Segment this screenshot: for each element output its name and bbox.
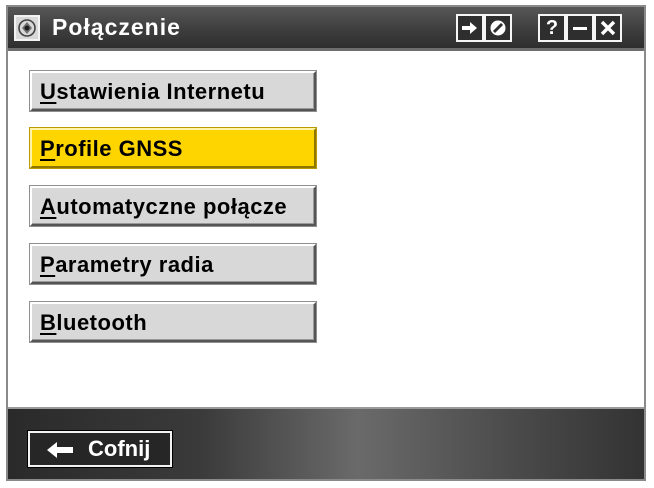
forward-arrow-icon[interactable] (456, 14, 484, 42)
back-button-label: Cofnij (88, 436, 151, 461)
button-label: stawienia Internetu (56, 79, 266, 104)
menu-panel: Ustawienia Internetu Profile GNSS Automa… (8, 51, 644, 411)
title-bar: Połączenie ? (8, 7, 644, 51)
connection-window: Połączenie ? Ustawienia Internetu Profil… (6, 5, 646, 481)
mnemonic: B (40, 310, 57, 335)
button-label: luetooth (56, 310, 148, 335)
connection-app-icon[interactable] (14, 15, 40, 41)
mnemonic: U (40, 79, 57, 104)
button-label: utomatyczne połącze (56, 194, 288, 219)
button-label: arametry radia (55, 252, 214, 277)
radio-parameters-button[interactable]: Parametry radia (30, 244, 316, 284)
help-icon[interactable]: ? (538, 14, 566, 42)
left-arrow-icon (46, 440, 76, 465)
back-button[interactable]: Cofnij (28, 431, 172, 467)
bluetooth-button[interactable]: Bluetooth (30, 302, 316, 342)
close-icon[interactable] (594, 14, 622, 42)
bottom-command-bar: Cofnij (8, 407, 644, 479)
auto-connect-button[interactable]: Automatyczne połącze (30, 186, 316, 226)
ok-circle-icon[interactable] (484, 14, 512, 42)
minimize-icon[interactable] (566, 14, 594, 42)
window-title: Połączenie (52, 14, 181, 40)
gnss-profiles-button[interactable]: Profile GNSS (30, 128, 316, 168)
mnemonic: P (40, 136, 56, 161)
button-label: rofile GNSS (55, 136, 183, 161)
mnemonic: A (40, 194, 57, 219)
mnemonic: P (40, 252, 56, 277)
internet-settings-button[interactable]: Ustawienia Internetu (30, 71, 316, 111)
